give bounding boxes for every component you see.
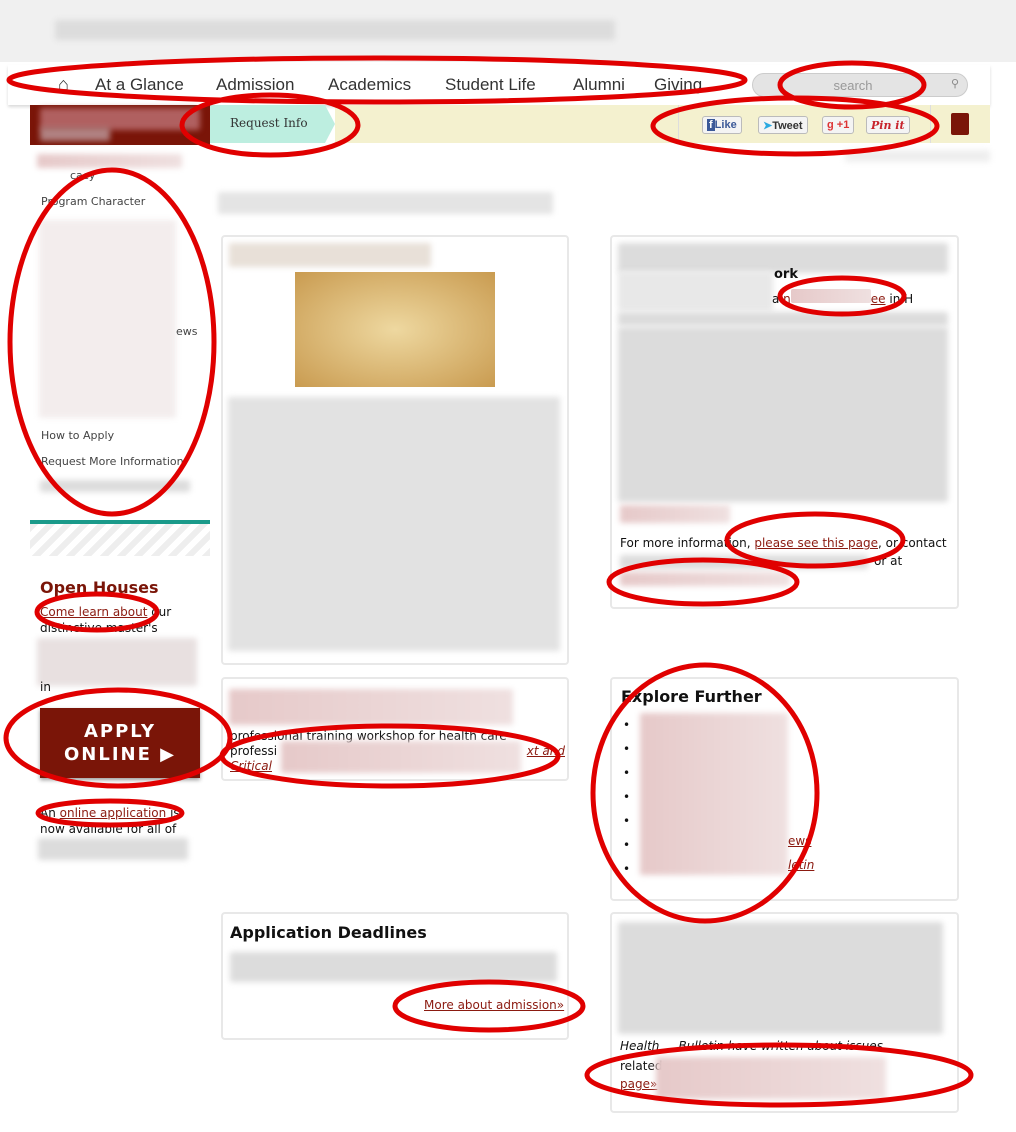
workshop-card: professional training workshop for healt… <box>221 677 569 781</box>
sidebar-how-to-apply[interactable]: How to Apply <box>41 429 114 442</box>
google-icon: g <box>827 119 834 131</box>
blurred-title <box>55 20 615 40</box>
online-application-link[interactable]: online application <box>60 806 167 820</box>
open-houses-text: Come learn about our distinctive master's <box>40 605 172 635</box>
come-learn-link[interactable]: Come learn about <box>40 605 147 619</box>
search-box: ⚲ <box>752 73 968 97</box>
google-plus-button[interactable]: g +1 <box>822 116 855 134</box>
nav-at-a-glance[interactable]: At a Glance <box>95 75 184 95</box>
blurred-breadcrumb <box>845 150 990 162</box>
explore-further-title: Explore Further <box>621 687 762 706</box>
search-icon[interactable]: ⚲ <box>951 77 959 90</box>
more-info-text: For more information, please see this pa… <box>620 536 947 550</box>
online-application-text: An online application is now available fo… <box>40 806 180 836</box>
or-at-text: or at <box>874 554 903 568</box>
nav-admission[interactable]: Admission <box>216 75 294 95</box>
hands-image <box>295 272 495 387</box>
twitter-icon: ➤ <box>763 120 773 132</box>
more-about-admission-link[interactable]: More about admission» <box>424 998 564 1012</box>
logo[interactable] <box>30 105 210 145</box>
pinterest-button[interactable]: Pin it <box>866 116 910 134</box>
open-houses-title: Open Houses <box>40 578 159 597</box>
feature-card <box>221 235 569 665</box>
workshop-link[interactable]: xt and <box>527 744 565 759</box>
browser-top-bar <box>0 0 1016 62</box>
tweet-button[interactable]: ➤Tweet <box>758 116 808 134</box>
open-houses-text-end: in <box>40 680 51 694</box>
explore-further-card: Explore Further • • • • • • • ews letin <box>610 677 959 901</box>
explore-list: • • • • • • • <box>623 718 631 876</box>
facebook-icon: f <box>707 119 715 131</box>
striped-banner <box>30 524 210 556</box>
bulletin-card: Health ... Bulletin have written about i… <box>610 912 959 1113</box>
deadlines-title: Application Deadlines <box>230 923 427 942</box>
facebook-like-button[interactable]: f Like <box>702 116 742 134</box>
bulletin-text: Health ... Bulletin have written about i… <box>620 1039 883 1053</box>
sidebar-item-partial[interactable]: ews <box>176 325 198 338</box>
degree-link-end[interactable]: ee <box>871 292 886 306</box>
partial-line: a n ee in H <box>772 289 913 306</box>
gift-icon[interactable] <box>951 113 969 135</box>
workshop-link-2[interactable]: Critical <box>230 759 272 773</box>
nav-academics[interactable]: Academics <box>328 75 411 95</box>
degree-link[interactable]: n <box>783 292 791 306</box>
sidebar-program-character[interactable]: Program Character <box>41 195 145 208</box>
sidebar-item-partial[interactable]: cacy <box>70 169 95 182</box>
please-see-this-page-link[interactable]: please see this page <box>754 536 878 550</box>
nav-giving[interactable]: Giving <box>654 75 702 95</box>
blurred-page-title <box>218 192 553 214</box>
application-deadlines-card: Application Deadlines More about admissi… <box>221 912 569 1040</box>
play-icon: ▶ <box>160 744 177 765</box>
explore-link[interactable]: letin <box>788 858 814 872</box>
apply-online-button[interactable]: APPLY ONLINE ▶ <box>40 708 200 778</box>
info-card: ork a n ee in H For more information, ple… <box>610 235 959 609</box>
search-input[interactable] <box>763 76 943 94</box>
request-info-tab[interactable]: Request Info <box>210 105 335 143</box>
explore-link[interactable]: ews <box>788 834 811 848</box>
partial-heading: ork <box>774 267 798 282</box>
sidebar-request-more-info[interactable]: Request More Information <box>41 455 184 468</box>
nav-alumni[interactable]: Alumni <box>573 75 625 95</box>
page-link[interactable]: page» <box>620 1077 657 1091</box>
nav-student-life[interactable]: Student Life <box>445 75 536 95</box>
email-link[interactable] <box>620 572 790 586</box>
home-icon[interactable]: ⌂ <box>58 74 69 95</box>
